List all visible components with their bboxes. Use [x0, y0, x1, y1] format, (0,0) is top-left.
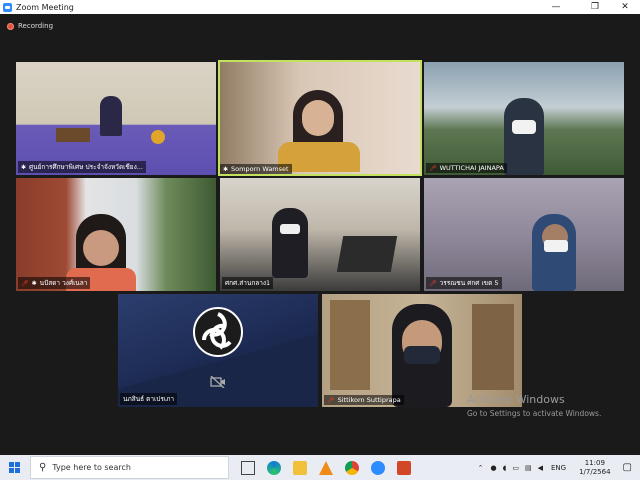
participant-name-tag: ✱ ศูนย์การศึกษาพิเศษ ประจำจังหวัดเชียง...: [18, 161, 146, 173]
face-mask: [544, 240, 568, 252]
participant-name-tag: นภสินธ์ ตาเปรเภา: [120, 393, 178, 405]
participant-tile[interactable]: 🎤︎ WUTTICHAI JAINAPA: [424, 62, 624, 175]
participant-name-tag: ศกศ.ส่านกลาง1: [222, 277, 274, 289]
participant-tile[interactable]: ✱ ศูนย์การศึกษาพิเศษ ประจำจังหวัดเชียง...: [16, 62, 216, 175]
chevron-up-icon[interactable]: ⌃: [478, 464, 484, 472]
start-button[interactable]: [0, 455, 28, 480]
taskbar-search-box[interactable]: ⚲ Type here to search: [30, 456, 229, 479]
clock-date: 1/7/2564: [579, 467, 611, 476]
participant-tile-video-off[interactable]: นภสินธ์ ตาเปรเภา: [118, 294, 318, 407]
laptop: [336, 236, 398, 272]
muted-mic-icon: 🎤︎: [429, 279, 437, 287]
muted-mic-icon: 🎤︎: [327, 396, 335, 404]
pin-icon: ✱: [21, 163, 27, 171]
notification-icon[interactable]: ▢: [623, 462, 632, 473]
language-indicator[interactable]: ENG: [551, 464, 566, 472]
windows-logo-icon: [8, 462, 20, 473]
desk-sign: [56, 128, 90, 142]
bookshelf: [330, 300, 370, 390]
window-title: Zoom Meeting: [16, 2, 74, 12]
display-icon[interactable]: ▭: [512, 464, 519, 472]
clock[interactable]: 11:09 1/7/2564: [579, 459, 610, 477]
windows-taskbar: ⚲ Type here to search ⌃ ● ◖ ▭ ▤ ◀ ENG 11…: [0, 455, 640, 480]
system-tray: ⌃ ● ◖ ▭ ▤ ◀ ENG 11:09 1/7/2564 ▢: [474, 455, 640, 480]
muted-mic-icon: 🎤︎: [429, 164, 437, 172]
minimize-button[interactable]: —: [541, 0, 571, 14]
pin-icon: ✱: [223, 165, 229, 173]
webcam-icon[interactable]: ●: [491, 464, 497, 472]
camera-off-icon: [210, 376, 225, 388]
participant-tile[interactable]: 🎤︎ Sittikorn Suttiprapa: [322, 294, 522, 407]
network-icon[interactable]: ▤: [525, 464, 532, 472]
face-mask: [404, 346, 440, 364]
task-view-icon[interactable]: [241, 460, 255, 475]
zoom-taskbar-icon[interactable]: [371, 460, 385, 475]
volume-icon[interactable]: ◀: [538, 464, 543, 472]
powerpoint-icon[interactable]: [397, 460, 411, 475]
participant-tile[interactable]: 🎤︎ วรรณชน ศกศ เขต 5: [424, 178, 624, 291]
person-face: [302, 100, 334, 136]
participant-tile-active-speaker[interactable]: ✱ Somporn Wamset: [218, 60, 422, 176]
window-titlebar: Zoom Meeting — ❐ ✕: [0, 0, 640, 14]
participant-name-tag: 🎤︎ Sittikorn Suttiprapa: [324, 395, 404, 405]
participant-tile[interactable]: 🎤︎ ✱ นปัสดา วงศ์เนลา: [16, 178, 216, 291]
file-explorer-icon[interactable]: [293, 460, 307, 475]
participant-name-tag: 🎤︎ วรรณชน ศกศ เขต 5: [426, 277, 502, 289]
person-silhouette: [504, 98, 544, 175]
pin-icon: ✱: [31, 279, 37, 287]
recording-label: Recording: [18, 22, 54, 30]
person-silhouette: [100, 96, 122, 136]
participant-name-tag: ✱ Somporn Wamset: [220, 164, 292, 174]
search-icon: ⚲: [39, 462, 47, 473]
close-button[interactable]: ✕: [610, 0, 640, 14]
obs-logo-icon: [118, 307, 318, 407]
microphone-icon[interactable]: ◖: [503, 464, 507, 472]
vlc-icon[interactable]: [319, 460, 333, 475]
activate-windows-watermark: Activate Windows Go to Settings to activ…: [467, 393, 601, 418]
participant-name-tag: 🎤︎ ✱ นปัสดา วงศ์เนลา: [18, 277, 91, 289]
maximize-button[interactable]: ❐: [580, 0, 610, 14]
muted-mic-icon: 🎤︎: [21, 279, 29, 287]
person-face: [83, 230, 119, 266]
cabinet: [472, 304, 514, 390]
participant-name-tag: 🎤︎ WUTTICHAI JAINAPA: [426, 163, 507, 173]
face-mask: [280, 224, 300, 234]
zoom-app-icon: [3, 2, 12, 12]
meeting-area: Recording ✱ ศูนย์การศึกษาพิเศษ ประจำจังหว…: [0, 14, 640, 455]
participant-tile[interactable]: ศกศ.ส่านกลาง1: [220, 178, 420, 291]
record-icon: [7, 22, 14, 30]
clock-time: 11:09: [584, 458, 605, 467]
watermark-subtitle: Go to Settings to activate Windows.: [467, 409, 602, 418]
watermark-title: Activate Windows: [467, 393, 565, 406]
search-placeholder: Type here to search: [52, 463, 131, 472]
flowers: [151, 130, 165, 144]
recording-indicator[interactable]: Recording: [7, 22, 53, 30]
edge-browser-icon[interactable]: [267, 460, 281, 475]
person-silhouette: [272, 208, 308, 278]
face-mask: [512, 120, 536, 134]
chrome-icon[interactable]: [345, 460, 359, 475]
